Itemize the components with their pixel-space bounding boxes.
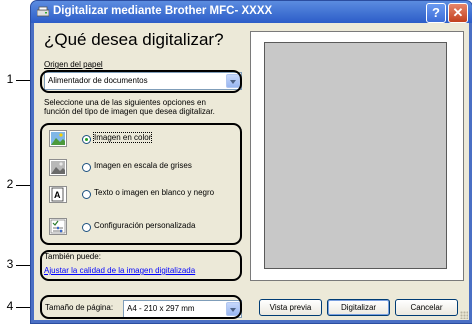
callout-box-3 xyxy=(40,250,242,281)
preview-page xyxy=(264,42,447,269)
scanner-icon xyxy=(37,6,49,17)
paper-source-label: Origen del papel xyxy=(44,60,103,69)
callout-box-2 xyxy=(40,123,242,245)
instructions-line-2: función del tipo de imagen que desea dig… xyxy=(44,107,215,116)
callout-1: 1 xyxy=(6,72,14,86)
page-title: ¿Qué desea digitalizar? xyxy=(44,30,224,49)
window-title: Digitalizar mediante Brother MFC- XXXX xyxy=(53,5,273,17)
help-button[interactable]: ? xyxy=(426,3,446,23)
preview-area xyxy=(250,31,464,281)
resize-grip[interactable] xyxy=(460,311,468,319)
preview-button[interactable]: Vista previa xyxy=(259,299,322,316)
close-button[interactable]: ✕ xyxy=(448,3,468,23)
title-bar[interactable]: Digitalizar mediante Brother MFC- XXXX ?… xyxy=(31,1,472,23)
callout-4: 4 xyxy=(6,299,14,313)
callout-box-4 xyxy=(40,295,242,319)
callout-2: 2 xyxy=(6,177,14,191)
callout-3: 3 xyxy=(6,257,14,271)
cancel-button[interactable]: Cancelar xyxy=(395,299,458,316)
instructions-line-1: Seleccione una de las siguientes opcione… xyxy=(44,98,206,107)
scan-button[interactable]: Digitalizar xyxy=(327,299,390,316)
callout-box-1 xyxy=(40,70,242,93)
